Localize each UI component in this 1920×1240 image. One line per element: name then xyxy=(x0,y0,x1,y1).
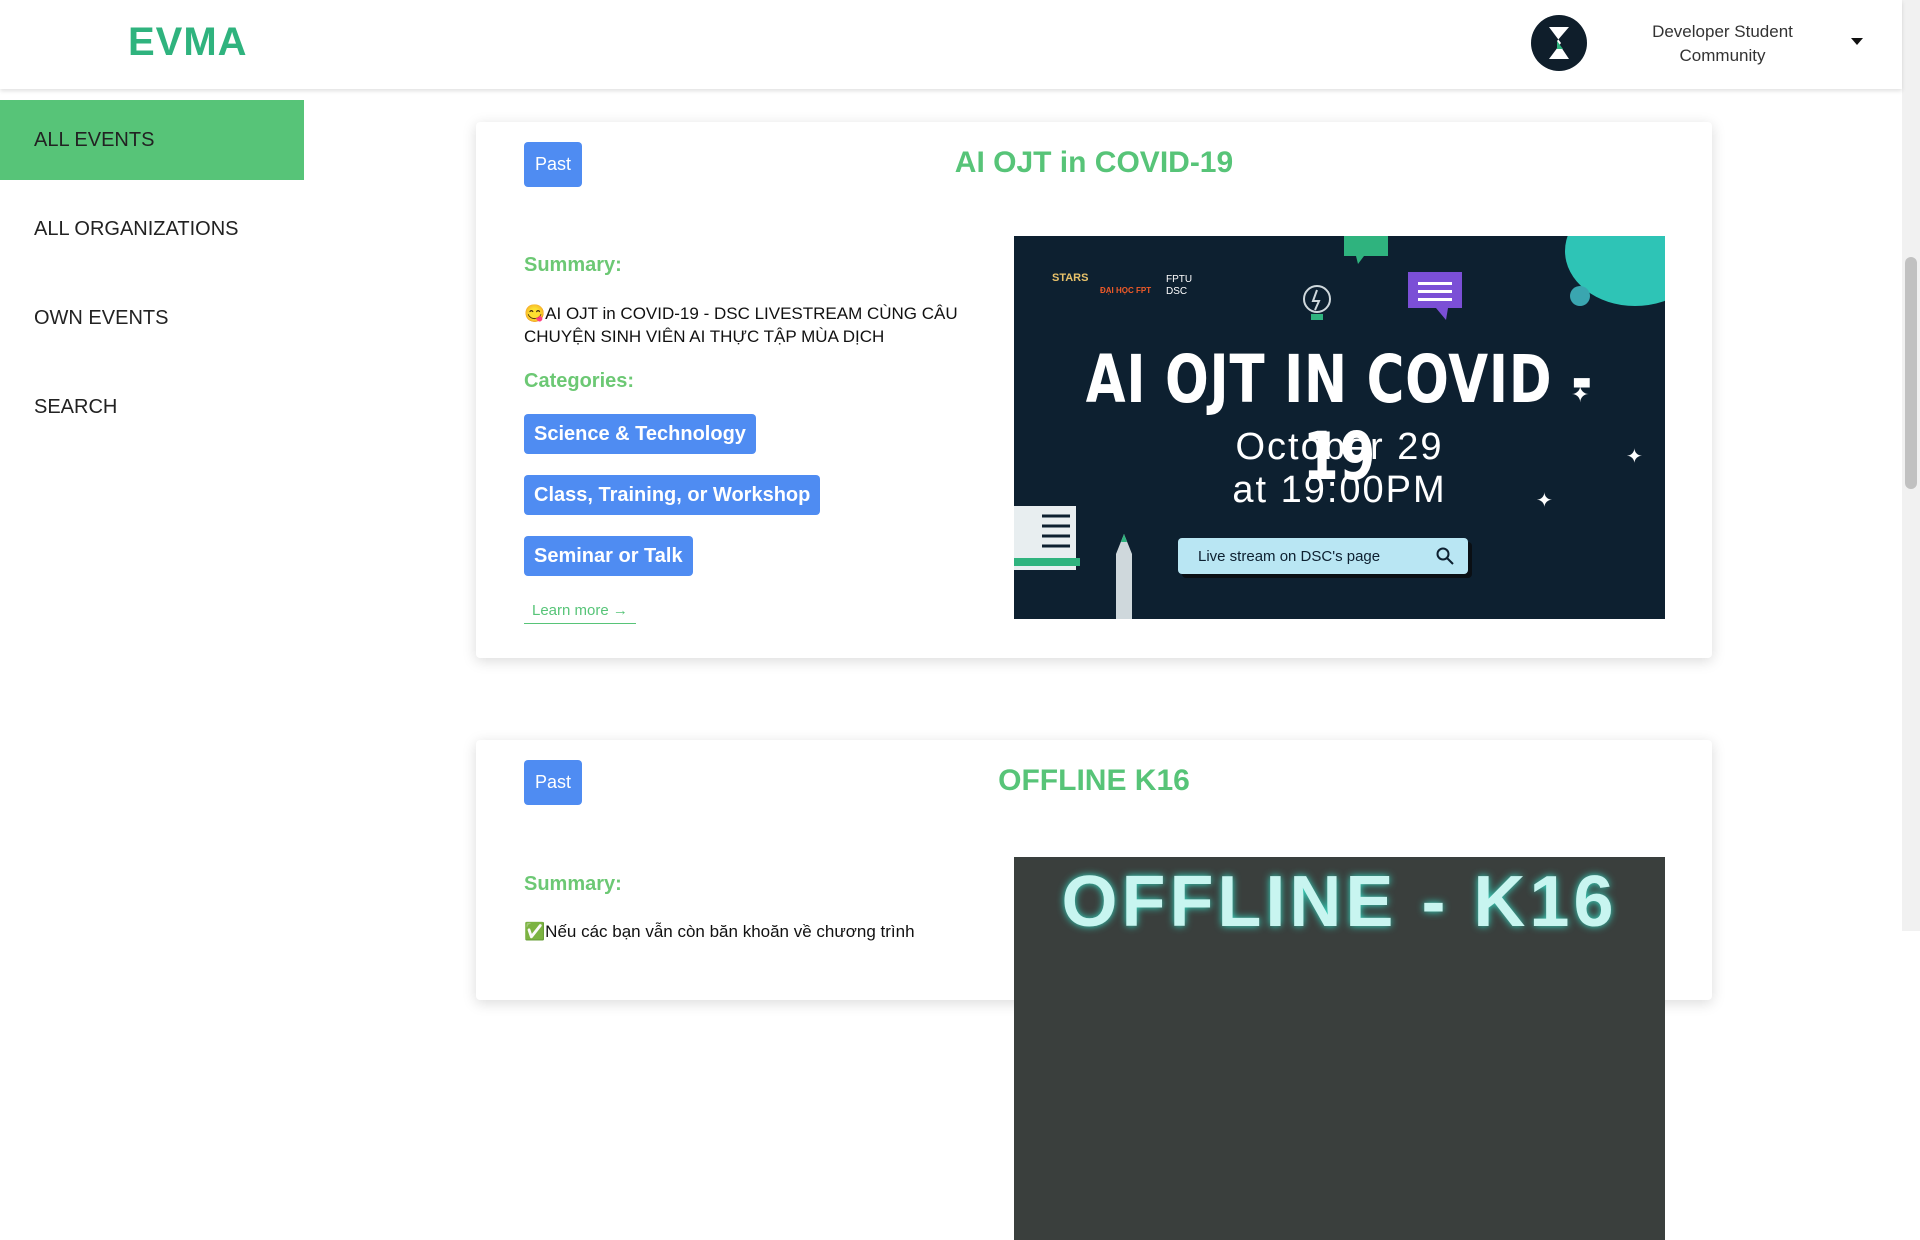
poster-brand-fpt: ĐẠI HỌC FPT xyxy=(1100,286,1152,295)
chevron-down-icon[interactable] xyxy=(1851,38,1863,45)
lightbulb-icon xyxy=(1303,285,1331,320)
sidebar-item-label: SEARCH xyxy=(34,395,118,418)
org-avatar[interactable] xyxy=(1531,15,1587,71)
poster-cta-button: Live stream on DSC's page xyxy=(1178,538,1468,574)
top-header: EVMA Developer Student Community xyxy=(0,0,1902,89)
scrollbar-thumb[interactable] xyxy=(1905,257,1917,489)
sidebar-item-own-events[interactable]: OWN EVENTS xyxy=(0,278,304,358)
poster-time: at 19:00PM xyxy=(1232,469,1447,511)
sidebar-item-all-events[interactable]: ALL EVENTS xyxy=(0,100,304,180)
sidebar-item-search[interactable]: SEARCH xyxy=(0,367,304,447)
sparkle-icon: ✦ xyxy=(1626,446,1643,468)
poster-brand-stars: STARS xyxy=(1052,272,1089,284)
category-tag: Class, Training, or Workshop xyxy=(524,475,821,515)
summary-label: Summary: xyxy=(524,254,622,276)
sidebar-item-label: OWN EVENTS xyxy=(34,306,169,329)
summary-label: Summary: xyxy=(524,873,622,895)
event-poster-image[interactable]: OFFLINE - K16 xyxy=(1014,857,1665,1240)
event-title[interactable]: OFFLINE K16 xyxy=(476,764,1712,798)
summary-text: 😋AI OJT in COVID-19 - DSC LIVESTREAM CÙN… xyxy=(524,304,958,346)
sidebar-item-label: ALL EVENTS xyxy=(34,128,155,151)
poster-brand-dsc: FPTU DSC xyxy=(1166,274,1193,297)
event-title[interactable]: AI OJT in COVID-19 xyxy=(476,146,1712,180)
category-tag: Science & Technology xyxy=(524,414,756,454)
summary-text: ✅Nếu các bạn vẫn còn băn khoăn về chương… xyxy=(524,922,915,941)
category-tag: Seminar or Talk xyxy=(524,536,693,576)
search-icon xyxy=(1436,547,1454,565)
sidebar-item-label: ALL ORGANIZATIONS xyxy=(34,217,239,240)
pencil-icon xyxy=(1116,534,1132,619)
org-name[interactable]: Developer Student Community xyxy=(1620,20,1825,68)
sidebar: ALL EVENTS ALL ORGANIZATIONS OWN EVENTS … xyxy=(0,100,304,456)
app-logo[interactable]: EVMA xyxy=(128,20,248,65)
sidebar-item-all-organizations[interactable]: ALL ORGANIZATIONS xyxy=(0,189,304,269)
sparkle-icon: ✦ xyxy=(1536,490,1553,512)
book-icon xyxy=(1014,506,1080,570)
message-icon xyxy=(1408,272,1462,320)
poster-cta-label: Live stream on DSC's page xyxy=(1198,547,1381,565)
event-card: Past OFFLINE K16 Summary: ✅Nếu các bạn v… xyxy=(476,740,1712,1240)
poster-date: October 29 xyxy=(1235,426,1444,468)
categories-label: Categories: xyxy=(524,370,635,392)
page-scrollbar[interactable] xyxy=(1902,0,1920,931)
dsc-logo-icon xyxy=(1549,27,1569,59)
sparkle-icon: ✦ xyxy=(1571,382,1590,407)
chat-bubble-icon xyxy=(1344,236,1388,264)
event-card: Past AI OJT in COVID-19 Summary: 😋AI OJT… xyxy=(476,122,1712,658)
event-poster-image[interactable]: STARS ĐẠI HỌC FPT FPTU DSC AI OJT IN COV… xyxy=(1014,236,1665,619)
decor-dot xyxy=(1570,286,1590,306)
learn-more-link[interactable]: Learn more → xyxy=(524,602,636,624)
